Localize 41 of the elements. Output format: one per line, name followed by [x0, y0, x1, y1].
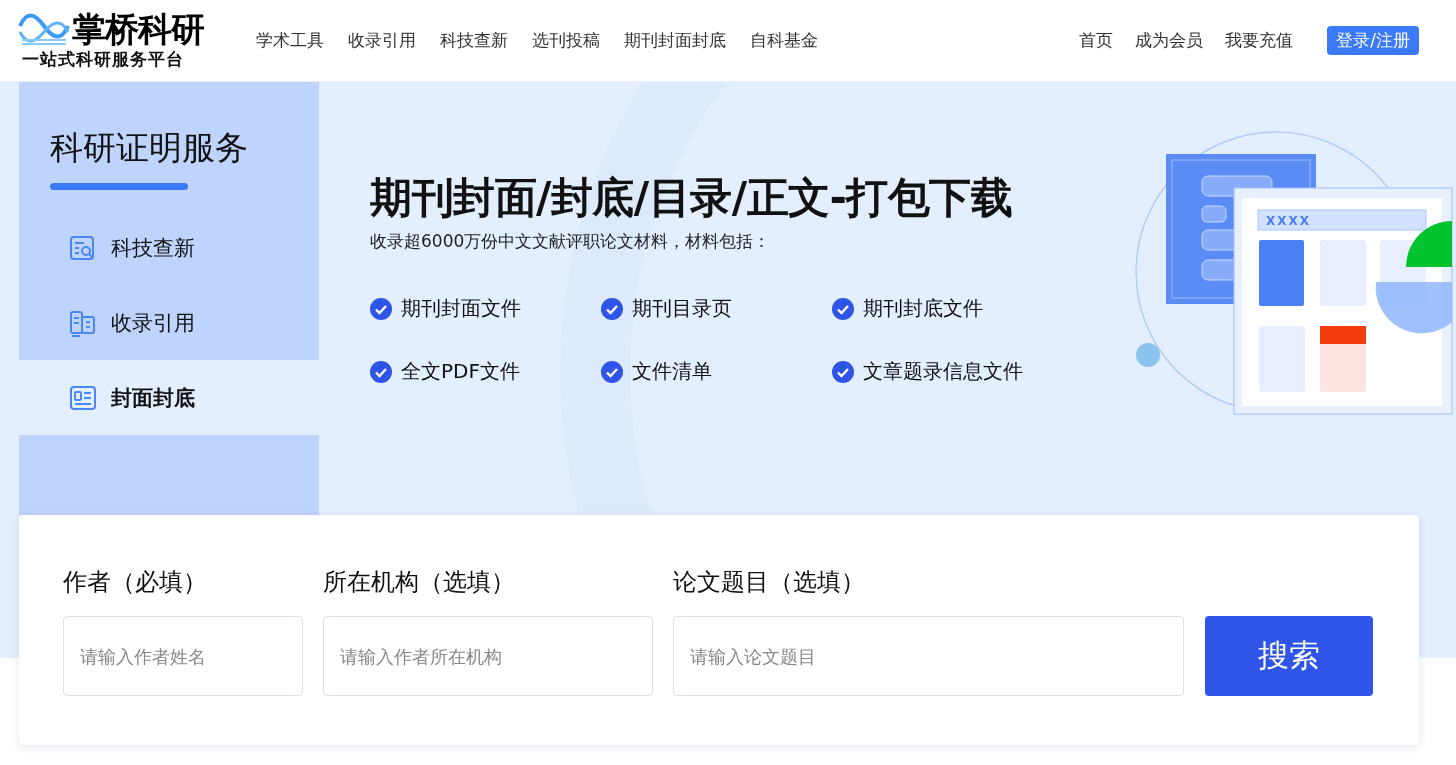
nav-link[interactable]: 科技查新	[440, 29, 508, 52]
nav-link[interactable]: 收录引用	[348, 29, 416, 52]
hero-subtitle: 收录超6000万份中文文献评职论文材料，材料包括：	[370, 230, 771, 253]
sidebar-item[interactable]: 收录引用	[19, 285, 319, 360]
hero-title: 期刊封面/封底/目录/正文-打包下载	[370, 172, 1013, 224]
nav-link[interactable]: 自科基金	[750, 29, 818, 52]
check-circle-icon	[370, 297, 392, 320]
feature-text: 期刊目录页	[632, 295, 732, 322]
nav-link[interactable]: 选刊投稿	[532, 29, 600, 52]
check-circle-icon	[832, 297, 854, 320]
check-circle-icon	[601, 360, 623, 383]
user-nav-link[interactable]: 成为会员	[1135, 29, 1204, 52]
check-circle-icon	[601, 297, 623, 320]
login-button[interactable]: 登录/注册	[1327, 26, 1419, 55]
feature-text: 期刊封面文件	[401, 295, 521, 322]
field-label: 作者（必填）	[63, 567, 208, 598]
field-label: 所在机构（选填）	[323, 567, 516, 598]
field-label: 论文题目（选填）	[673, 567, 866, 598]
input-field[interactable]: 请输入作者所在机构	[323, 616, 653, 696]
sidebar-title: 科研证明服务	[50, 127, 249, 169]
wave-logo-icon	[18, 12, 70, 46]
user-nav-link[interactable]: 首页	[1079, 29, 1114, 52]
logo-tagline: 一站式科研服务平台	[22, 48, 185, 71]
feature-text: 全文PDF文件	[401, 358, 520, 385]
check-circle-icon	[832, 360, 854, 383]
sidebar-item[interactable]: 科技查新	[19, 210, 319, 285]
feature-text: 文件清单	[632, 358, 712, 385]
feature-text: 期刊封底文件	[863, 295, 983, 322]
logo-name: 掌桥科研	[72, 10, 204, 48]
sidebar-item[interactable]: 封面封底	[19, 360, 319, 435]
feature-text: 文章题录信息文件	[863, 358, 1023, 385]
user-nav-link[interactable]: 我要充值	[1225, 29, 1294, 52]
document-search-icon	[69, 233, 97, 262]
profile-card-icon	[69, 383, 97, 412]
input-field[interactable]: 请输入论文题目	[673, 616, 1184, 696]
nav-link[interactable]: 期刊封面封底	[624, 29, 726, 52]
check-circle-icon	[370, 360, 392, 383]
nav-link[interactable]: 学术工具	[256, 29, 324, 52]
input-field[interactable]: 请输入作者姓名	[63, 616, 303, 696]
documents-icon	[69, 308, 97, 337]
search-button[interactable]: 搜索	[1205, 616, 1373, 696]
